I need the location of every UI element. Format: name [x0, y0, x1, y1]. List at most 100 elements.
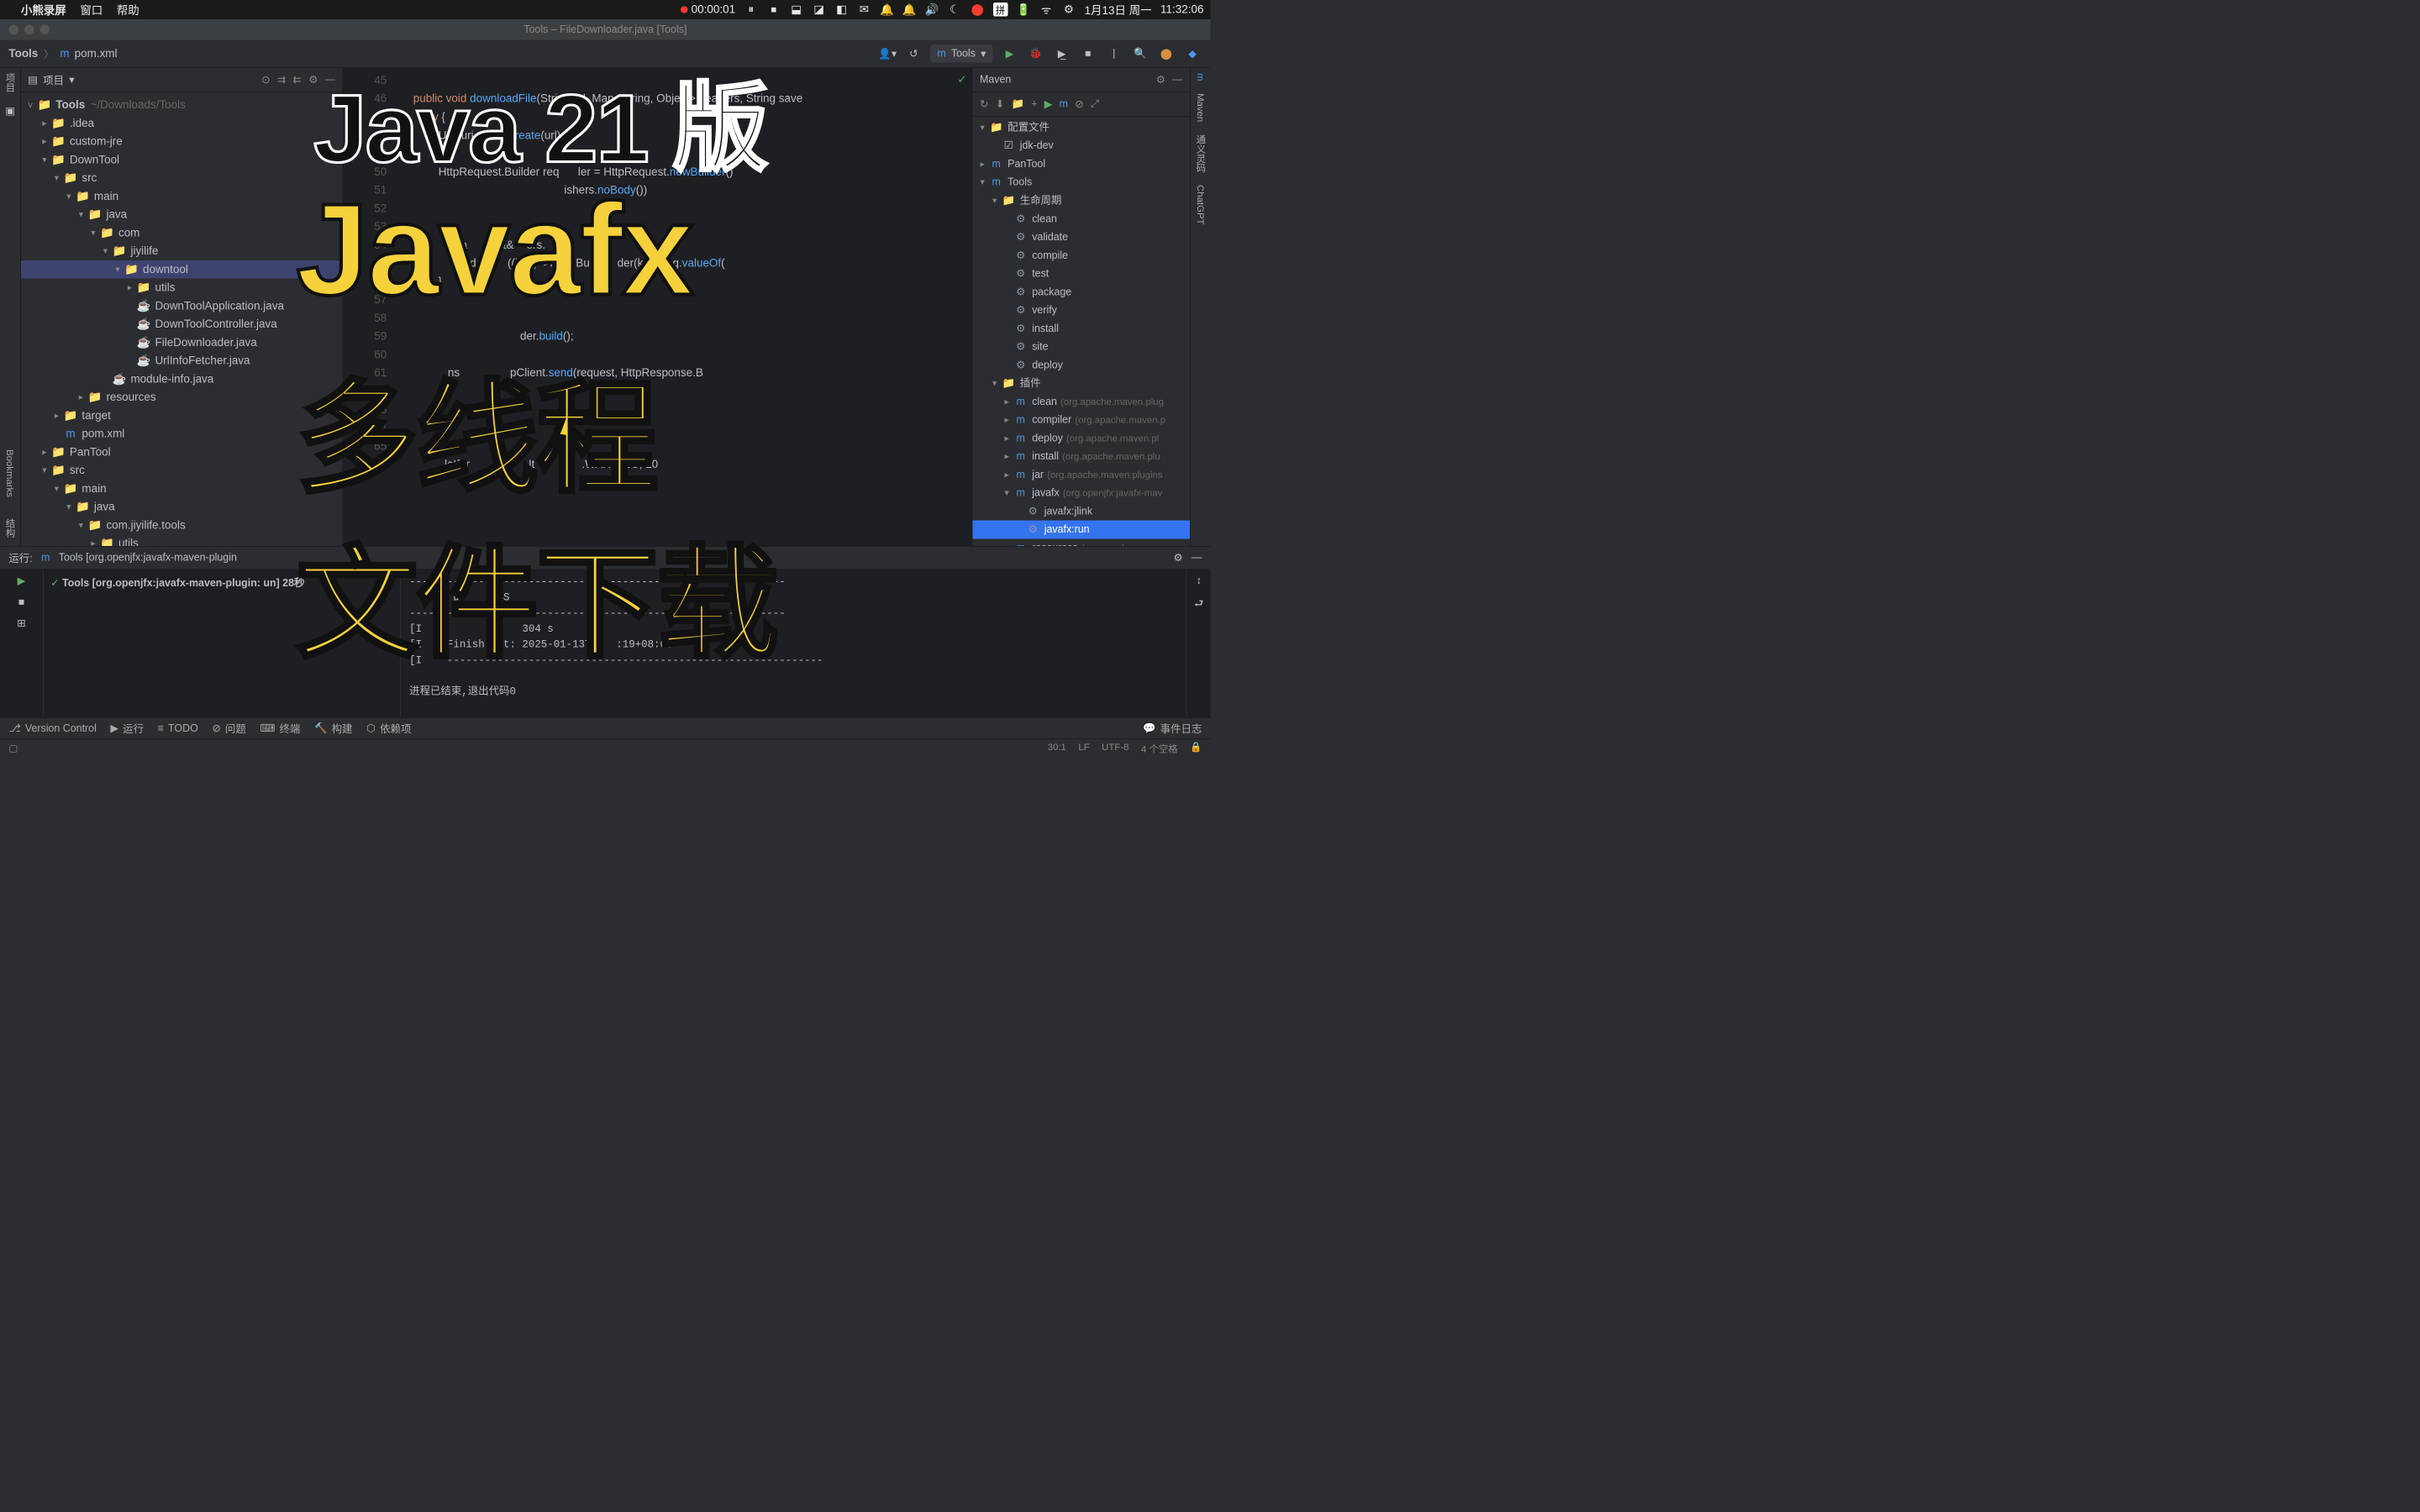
tree-item[interactable]: ☕DownToolController.java: [21, 315, 343, 333]
maven-item[interactable]: ▸mclean(org.apache.maven.plug: [973, 392, 1190, 411]
tree-item[interactable]: ▾📁java: [21, 498, 343, 517]
menu-help[interactable]: 帮助: [117, 2, 139, 18]
tree-item[interactable]: ☕UrlInfoFetcher.java: [21, 352, 343, 370]
tree-item[interactable]: ▸📁utils: [21, 534, 343, 546]
wrap-icon[interactable]: ⮐: [1194, 596, 1203, 614]
rerun-icon[interactable]: ▶: [18, 575, 26, 587]
gear-icon[interactable]: ⚙: [1173, 551, 1182, 564]
sync-icon[interactable]: ↺: [904, 44, 923, 63]
clock-time[interactable]: 11:32:06: [1160, 3, 1203, 17]
screen-icon[interactable]: ⬤: [971, 3, 985, 17]
rail-structure-icon[interactable]: ▣: [5, 104, 15, 117]
tree-root[interactable]: v📁Tools~/Downloads/Tools: [21, 96, 343, 114]
tree-item[interactable]: ▾📁main: [21, 480, 343, 498]
rail-bookmarks[interactable]: Bookmarks: [4, 449, 16, 497]
caret-pos[interactable]: 30:1: [1048, 742, 1066, 756]
event-log-tool[interactable]: 💬 事件日志: [1143, 721, 1202, 736]
tray-icon[interactable]: ⬓: [789, 3, 803, 17]
run-config-selector[interactable]: mTools ▾: [930, 45, 993, 62]
tree-item[interactable]: ☕DownToolApplication.java: [21, 297, 343, 315]
volume-icon[interactable]: 🔊: [925, 3, 939, 17]
user-icon[interactable]: 👤▾: [878, 44, 897, 63]
ai-icon[interactable]: ◆: [1183, 44, 1202, 63]
folder-icon[interactable]: 📁: [1011, 98, 1023, 111]
tree-item[interactable]: ▸📁.idea: [21, 114, 343, 133]
maven-item[interactable]: ⚙verify: [973, 302, 1190, 320]
maven-item[interactable]: ⚙compile: [973, 246, 1190, 265]
terminal-tool[interactable]: ⌨ 终端: [260, 721, 300, 736]
maven-item[interactable]: ▸mcompiler(org.apache.maven.p: [973, 411, 1190, 429]
reload-icon[interactable]: ↻: [980, 97, 988, 110]
tree-item[interactable]: ▾📁downtool: [21, 260, 343, 279]
lock-icon[interactable]: 🔒: [1190, 742, 1202, 756]
traffic-close[interactable]: [8, 25, 18, 34]
battery-icon[interactable]: 🔋: [1017, 3, 1031, 17]
deps-tool[interactable]: ⬡ 依赖项: [366, 721, 411, 736]
add-icon[interactable]: +: [1031, 98, 1037, 111]
wifi-icon[interactable]: ᯤ: [1039, 3, 1054, 17]
expand-icon[interactable]: ⇉: [277, 73, 286, 86]
bell-icon[interactable]: 🔔: [902, 3, 917, 17]
tree-item[interactable]: ▾📁src: [21, 169, 343, 187]
tree-item[interactable]: ▾📁java: [21, 206, 343, 224]
maven-item[interactable]: ⚙package: [973, 283, 1190, 302]
maven-item[interactable]: ▸mdeploy(org.apache.maven.pl: [973, 429, 1190, 448]
tree-item[interactable]: ▾📁src: [21, 461, 343, 480]
clock-date[interactable]: 1月13日 周一: [1085, 2, 1152, 18]
encoding[interactable]: UTF-8: [1102, 742, 1128, 756]
download-icon[interactable]: ⬇: [996, 97, 1004, 110]
collapse-icon[interactable]: ⇇: [293, 73, 302, 86]
maven-item[interactable]: ▾mTools: [973, 173, 1190, 192]
tree-item[interactable]: mpom.xml: [21, 425, 343, 444]
maven-item[interactable]: ▾mjavafx(org.openjfx:javafx-mav: [973, 484, 1190, 502]
maven-item[interactable]: ▾📁生命周期: [973, 192, 1190, 210]
stop-icon[interactable]: ⏹: [766, 3, 781, 17]
maven-item[interactable]: ⚙clean: [973, 210, 1190, 228]
tree-item[interactable]: ▸📁utils: [21, 279, 343, 297]
project-tree[interactable]: v📁Tools~/Downloads/Tools▸📁.idea▸📁custom-…: [21, 92, 343, 546]
maven-item[interactable]: ▾📁插件: [973, 375, 1190, 393]
gear-icon[interactable]: ⚙: [308, 73, 318, 86]
code-editor[interactable]: 4546474849505152535455565758596061626364…: [343, 68, 971, 546]
run-tree[interactable]: ✓ Tools [org.openjfx:javafx-maven-plugin…: [44, 570, 401, 717]
status-icon[interactable]: ▢: [8, 743, 18, 754]
run-tool[interactable]: ▶ 运行: [110, 721, 144, 736]
maven-item[interactable]: ▸mPanTool: [973, 155, 1190, 173]
stop-icon[interactable]: ■: [18, 596, 25, 608]
hide-icon[interactable]: —: [325, 73, 335, 86]
tree-item[interactable]: ▸📁custom-jre: [21, 133, 343, 151]
indent[interactable]: 4 个空格: [1141, 742, 1178, 756]
rail-maven-text[interactable]: Maven: [1195, 93, 1207, 122]
tree-item[interactable]: ▾📁main: [21, 187, 343, 206]
traffic-min[interactable]: [24, 25, 34, 34]
breadcrumb-root[interactable]: Tools: [8, 47, 38, 60]
bell-icon[interactable]: 🔔: [880, 3, 894, 17]
maven-tree[interactable]: ▾📁配置文件☑jdk-dev▸mPanTool▾mTools▾📁生命周期⚙cle…: [973, 117, 1190, 546]
skip-icon[interactable]: ⊘: [1075, 97, 1083, 110]
pause-icon[interactable]: ⏸: [744, 3, 758, 17]
run-icon[interactable]: ▶: [1044, 97, 1053, 110]
scroll-icon[interactable]: ↕: [1197, 575, 1202, 587]
maven-item[interactable]: ⚙site: [973, 338, 1190, 356]
debug-button[interactable]: 🐞: [1026, 44, 1045, 63]
maven-item[interactable]: ⚙test: [973, 265, 1190, 283]
breadcrumb[interactable]: Tools 〉 m pom.xml: [8, 45, 117, 62]
m-icon[interactable]: m: [1060, 98, 1068, 111]
tree-item[interactable]: ▾📁com.jiyilife.tools: [21, 516, 343, 534]
maven-item[interactable]: ⚙validate: [973, 228, 1190, 246]
tree-item[interactable]: ☕module-info.java: [21, 370, 343, 388]
tree-item[interactable]: ▾📁com: [21, 223, 343, 242]
maven-item[interactable]: ⚙javafx:run: [973, 521, 1190, 539]
maven-item[interactable]: ⚙deploy: [973, 356, 1190, 375]
control-center-icon[interactable]: ⚙: [1062, 3, 1076, 17]
maven-item[interactable]: ▸mresources(org.apache.maven.p: [973, 538, 1190, 546]
maven-item[interactable]: ☑jdk-dev: [973, 137, 1190, 155]
run-button[interactable]: ▶: [1000, 44, 1019, 63]
stop-button[interactable]: ■: [1078, 44, 1097, 63]
tree-item[interactable]: ☕FileDownloader.java: [21, 333, 343, 352]
tree-item[interactable]: ▾📁jiyilife: [21, 242, 343, 260]
rail-structure[interactable]: 结构: [3, 518, 18, 538]
hide-icon[interactable]: —: [1192, 551, 1202, 564]
expand-icon[interactable]: ⤢: [1091, 98, 1099, 111]
line-sep[interactable]: LF: [1078, 742, 1089, 756]
